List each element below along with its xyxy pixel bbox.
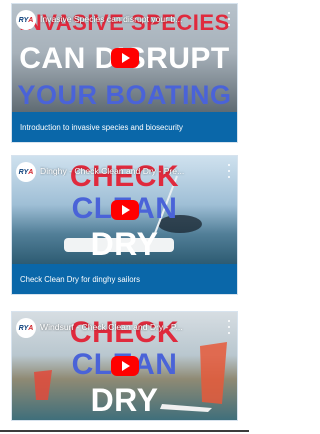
- video-title[interactable]: Invasive Species can disrupt your b...: [40, 14, 216, 24]
- video-title[interactable]: Dinghy - Check Clean and Dry - Pre...: [40, 166, 216, 176]
- overlay-line-3: DRY: [90, 382, 159, 418]
- video-card-1[interactable]: INVASIVE SPECIES CAN DISRUPT YOUR BOATIN…: [12, 4, 237, 142]
- video-caption[interactable]: Introduction to invasive species and bio…: [12, 112, 237, 142]
- play-icon[interactable]: [111, 356, 139, 376]
- more-vert-icon[interactable]: [226, 320, 232, 334]
- overlay-line-3: DRY: [90, 226, 159, 262]
- video-thumbnail[interactable]: CHECK CLEAN DRY RYA Windsurf - Check Cle…: [12, 312, 237, 420]
- overlay-line-3: YOUR BOATING: [17, 80, 232, 110]
- rya-logo[interactable]: RY A: [16, 162, 36, 182]
- more-vert-icon[interactable]: [226, 164, 232, 178]
- video-card-3[interactable]: CHECK CLEAN DRY RYA Windsurf - Check Cle…: [12, 312, 237, 420]
- rya-logo[interactable]: RY A: [16, 10, 36, 30]
- video-title[interactable]: Windsurf - Check Clean and Dry - P...: [40, 322, 216, 332]
- video-card-2[interactable]: CHECK CLEAN DRY RYA Dinghy - Check Clean…: [12, 156, 237, 294]
- play-icon[interactable]: [111, 200, 139, 220]
- video-caption[interactable]: Check Clean Dry for dinghy sailors: [12, 264, 237, 294]
- video-thumbnail[interactable]: INVASIVE SPECIES CAN DISRUPT YOUR BOATIN…: [12, 4, 237, 112]
- more-vert-icon[interactable]: [226, 12, 232, 26]
- play-icon[interactable]: [111, 48, 139, 68]
- video-thumbnail[interactable]: CHECK CLEAN DRY RYA Dinghy - Check Clean…: [12, 156, 237, 264]
- bottom-divider: [0, 430, 249, 432]
- rya-logo[interactable]: RY A: [16, 318, 36, 338]
